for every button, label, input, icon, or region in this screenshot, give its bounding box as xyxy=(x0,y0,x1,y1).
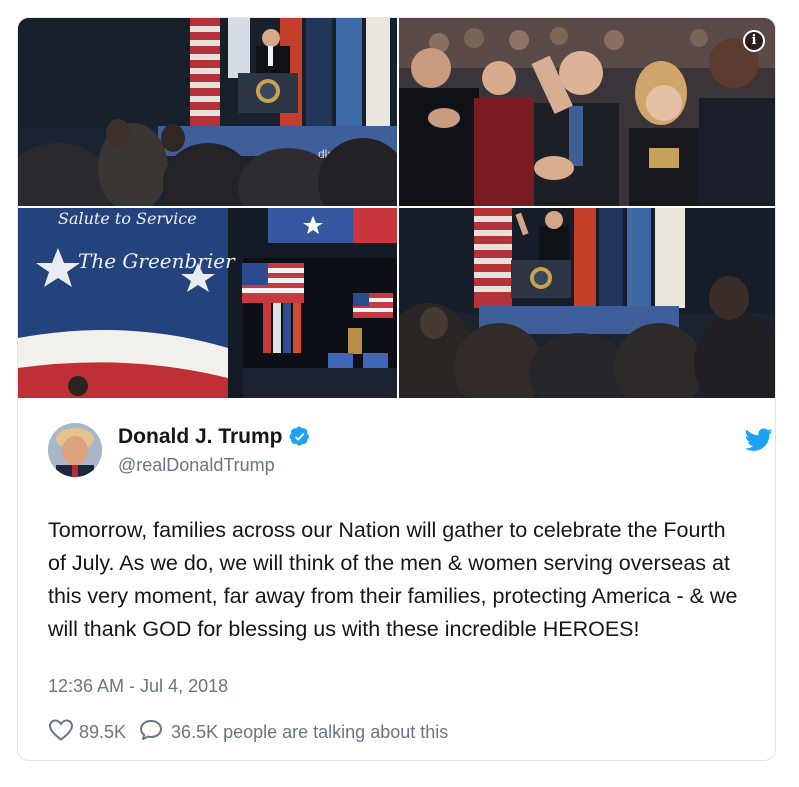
author-name[interactable]: Donald J. Trump xyxy=(118,425,283,449)
conversation-link[interactable]: 36.5K people are talking about this xyxy=(138,718,448,747)
photo-podium-speech[interactable]: dlı ɔe★ xyxy=(18,18,397,206)
like-count: 89.5K xyxy=(79,722,127,742)
info-icon[interactable]: i xyxy=(743,30,765,52)
tweet-card[interactable]: dlı ɔe★ xyxy=(17,17,776,761)
talking-count: 36.5K people are talking about this xyxy=(171,722,449,742)
verified-badge-icon xyxy=(289,426,311,448)
comment-bubble-icon xyxy=(138,718,164,747)
author-handle[interactable]: @realDonaldTrump xyxy=(118,455,275,476)
like-button[interactable]: 89.5K xyxy=(48,718,138,747)
tweet-header: Donald J. Trump @realDonaldTrump xyxy=(48,421,773,481)
photo-podium-wide[interactable] xyxy=(399,208,775,398)
banner-script: The Greenbrier xyxy=(78,249,236,273)
banner-title: Salute to Service xyxy=(58,209,197,228)
photo-crowd-salute[interactable]: i xyxy=(399,18,775,206)
tweet-text: Tomorrow, families across our Nation wil… xyxy=(48,518,738,641)
tweet-timestamp[interactable]: 12:36 AM - Jul 4, 2018 xyxy=(48,676,228,697)
media-grid: dlı ɔe★ xyxy=(18,18,775,398)
heart-icon xyxy=(48,718,74,747)
photo-venue-banner[interactable]: Salute to Service The Greenbrier xyxy=(18,208,397,398)
author-name-row: Donald J. Trump xyxy=(118,425,311,449)
tweet-actions: 89.5K 36.5K people are talking about thi… xyxy=(48,718,448,747)
twitter-bird-icon[interactable] xyxy=(744,428,773,452)
avatar[interactable] xyxy=(48,423,102,477)
